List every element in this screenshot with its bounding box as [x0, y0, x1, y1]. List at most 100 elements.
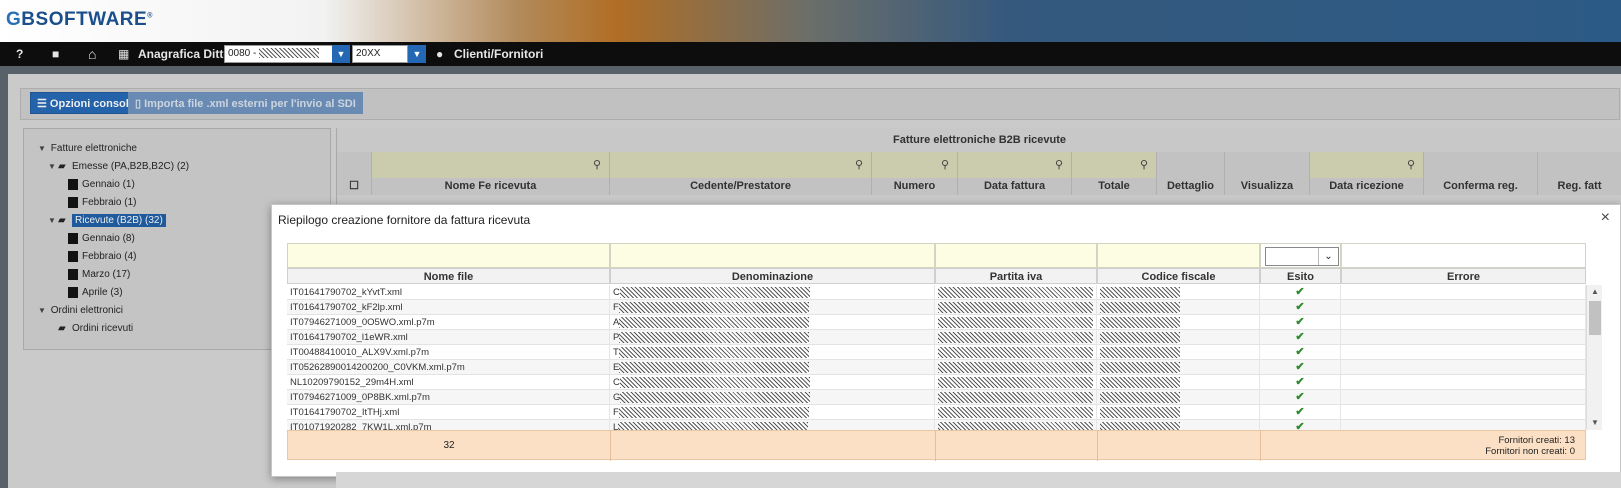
cell-codice-fiscale [1097, 420, 1260, 430]
footer-cell [1098, 431, 1261, 461]
cell-denominazione: E [610, 360, 935, 375]
cell-partita-iva [935, 405, 1097, 420]
cell-partita-iva [935, 315, 1097, 330]
scroll-up-icon[interactable]: ▲ [1587, 285, 1603, 299]
cell-nome-file: IT05262890014200200_C0VKM.xml.p7m [287, 360, 610, 375]
col-esito[interactable]: Esito [1260, 268, 1341, 284]
cell-denominazione: A [610, 315, 935, 330]
success-check-icon: ✔ [1260, 300, 1341, 315]
cell-partita-iva [935, 285, 1097, 300]
cell-partita-iva [935, 300, 1097, 315]
redacted-text [618, 346, 809, 358]
redacted-text [618, 406, 809, 418]
year-select[interactable]: 20XX [352, 45, 408, 63]
redacted-text [1100, 361, 1180, 373]
table-row[interactable]: NL10209790152_29m4H.xml C ✔ [287, 375, 1586, 390]
success-check-icon: ✔ [1260, 285, 1341, 300]
cell-denominazione: P [610, 330, 935, 345]
video-icon[interactable]: ■ [52, 42, 59, 66]
success-check-icon: ✔ [1260, 375, 1341, 390]
redacted-text [938, 316, 1093, 328]
table-row[interactable]: IT07946271009_0O5WO.xml.p7m A ✔ [287, 315, 1586, 330]
table-row[interactable]: IT01641790702_l1eWR.xml P ✔ [287, 330, 1586, 345]
table-row[interactable]: IT01071920282_7KW1L.xml.p7m L ✔ [287, 420, 1586, 430]
scroll-thumb[interactable] [1589, 301, 1601, 335]
cell-nome-file: IT01641790702_l1eWR.xml [287, 330, 610, 345]
cell-errore [1341, 360, 1586, 375]
module-label[interactable]: Anagrafica Ditte [138, 42, 230, 66]
table-row[interactable]: IT01641790702_kF2lp.xml F ✔ [287, 300, 1586, 315]
cell-errore [1341, 405, 1586, 420]
col-nome-file[interactable]: Nome file [287, 268, 610, 284]
cell-errore [1341, 345, 1586, 360]
chevron-down-icon: ⌄ [1318, 248, 1338, 265]
cell-denominazione: C [610, 375, 935, 390]
summary-table-body: IT01641790702_kYvtT.xml C ✔ IT0164179070… [287, 285, 1586, 430]
filter-codice-fiscale[interactable] [1097, 243, 1260, 268]
company-dropdown-icon[interactable]: ▼ [332, 45, 350, 63]
success-check-icon: ✔ [1260, 360, 1341, 375]
redacted-text [1100, 301, 1180, 313]
cell-nome-file: IT01641790702_ItTHj.xml [287, 405, 610, 420]
cell-denominazione: C [610, 285, 935, 300]
filter-partita-iva[interactable] [935, 243, 1097, 268]
footer-summary: Fornitori creati: 13 Fornitori non creat… [1485, 435, 1575, 457]
cell-errore [1341, 420, 1586, 430]
top-nav-bar: ? ■ ⌂ ▦ Anagrafica Ditte 0080 - ▼ 20XX ▼… [0, 42, 1621, 66]
cell-partita-iva [935, 420, 1097, 430]
cell-partita-iva [935, 345, 1097, 360]
table-row[interactable]: IT01641790702_kYvtT.xml C ✔ [287, 285, 1586, 300]
building-icon: ▦ [118, 47, 130, 61]
cell-partita-iva [935, 330, 1097, 345]
cell-nome-file: IT01071920282_7KW1L.xml.p7m [287, 420, 610, 430]
clients-suppliers-link[interactable]: Clienti/Fornitori [454, 42, 543, 66]
cell-nome-file: IT01641790702_kYvtT.xml [287, 285, 610, 300]
col-errore[interactable]: Errore [1341, 268, 1586, 284]
redacted-text [618, 301, 809, 313]
col-denominazione[interactable]: Denominazione [610, 268, 935, 284]
col-codice-fiscale[interactable]: Codice fiscale [1097, 268, 1260, 284]
cell-errore [1341, 315, 1586, 330]
table-scrollbar[interactable]: ▲ ▼ [1586, 285, 1602, 430]
redacted-text [938, 346, 1093, 358]
filter-nome-file[interactable] [287, 243, 610, 268]
redacted-text [619, 286, 810, 298]
redacted-text [619, 331, 810, 343]
cell-codice-fiscale [1097, 390, 1260, 405]
cell-errore [1341, 330, 1586, 345]
redacted-text [1100, 391, 1180, 403]
esito-filter-select[interactable]: ⌄ [1265, 247, 1339, 266]
redacted-text [1100, 421, 1180, 430]
redacted-text [938, 406, 1093, 418]
redacted-text [619, 376, 810, 388]
footer-count: 32 [288, 431, 611, 461]
col-partita-iva[interactable]: Partita iva [935, 268, 1097, 284]
cell-codice-fiscale [1097, 315, 1260, 330]
table-row[interactable]: IT07946271009_0P8BK.xml.p7m G ✔ [287, 390, 1586, 405]
cell-codice-fiscale [1097, 300, 1260, 315]
redacted-text [938, 361, 1093, 373]
user-icon: ● [436, 47, 444, 61]
cell-nome-file: NL10209790152_29m4H.xml [287, 375, 610, 390]
year-dropdown-icon[interactable]: ▼ [408, 45, 426, 63]
table-row[interactable]: IT05262890014200200_C0VKM.xml.p7m E ✔ [287, 360, 1586, 375]
cell-denominazione: T [610, 345, 935, 360]
company-select[interactable]: 0080 - [224, 45, 334, 63]
cell-nome-file: IT07946271009_0O5WO.xml.p7m [287, 315, 610, 330]
cell-codice-fiscale [1097, 345, 1260, 360]
cell-denominazione: G [610, 390, 935, 405]
company-name-redacted [259, 48, 320, 59]
cell-partita-iva [935, 360, 1097, 375]
filter-denominazione[interactable] [610, 243, 935, 268]
close-icon[interactable]: × [1601, 209, 1610, 227]
table-row[interactable]: IT00488410010_ALX9V.xml.p7m T ✔ [287, 345, 1586, 360]
redacted-text [1100, 406, 1180, 418]
help-icon[interactable]: ? [16, 42, 23, 66]
scroll-down-icon[interactable]: ▼ [1587, 416, 1603, 430]
home-icon[interactable]: ⌂ [88, 42, 96, 66]
suppliers-created-text: Fornitori creati: 13 [1498, 435, 1575, 446]
gb-software-logo: GBSOFTWARE® [6, 9, 153, 30]
cell-nome-file: IT01641790702_kF2lp.xml [287, 300, 610, 315]
cell-codice-fiscale [1097, 375, 1260, 390]
table-row[interactable]: IT01641790702_ItTHj.xml F ✔ [287, 405, 1586, 420]
